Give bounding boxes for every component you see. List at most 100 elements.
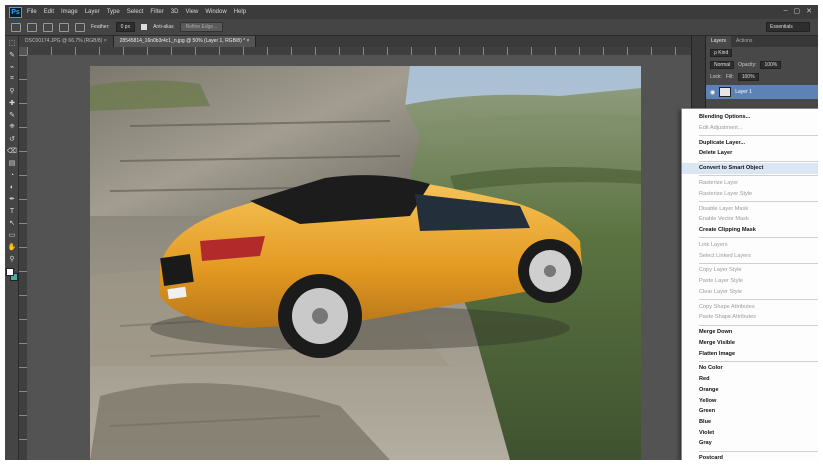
lock-label: Lock:	[710, 74, 722, 80]
history-brush-icon[interactable]: ↺	[6, 134, 18, 144]
menu-item-violet[interactable]: Violet	[682, 428, 818, 439]
menu-separator	[699, 450, 818, 452]
path-select-icon[interactable]: ↖	[6, 218, 18, 228]
tools-panel: ⬚ ✎ ⌁ ⌗ ⚲ ✚ ✎ ⎈ ↺ ⌫ ▤ ◔ ◐ ✒ T ↖ ▭ ✋ ⚲	[5, 36, 19, 460]
menu-item-create-clipping-mask[interactable]: Create Clipping Mask	[682, 225, 818, 236]
menu-item-paste-layer-style: Paste Layer Style	[699, 278, 743, 285]
panel-tabs: Layers Actions	[706, 36, 818, 47]
workspace-select[interactable]: Essentials	[766, 22, 810, 32]
antialias-label: Anti-alias	[153, 24, 174, 30]
type-icon[interactable]: T	[6, 206, 18, 216]
color-swatches	[5, 268, 19, 286]
menu-item-rasterize-layer-style: Rasterize Layer Style	[699, 190, 753, 197]
stamp-icon[interactable]: ⎈	[6, 122, 18, 132]
brush-icon[interactable]: ✎	[6, 110, 18, 120]
gradient-icon[interactable]: ▤	[6, 158, 18, 168]
menu-help[interactable]: Help	[234, 9, 246, 15]
opacity-input[interactable]: 100%	[760, 61, 782, 69]
hand-icon[interactable]: ✋	[6, 242, 18, 252]
blend-row: Normal Opacity: 100%	[706, 59, 818, 71]
blend-mode-select[interactable]: Normal	[710, 61, 735, 69]
menu-separator	[699, 160, 818, 162]
shape-icon[interactable]: ▭	[6, 230, 18, 240]
menu-separator	[699, 360, 818, 362]
eyedropper-icon[interactable]: ⚲	[6, 86, 18, 96]
add-selection-icon[interactable]	[43, 22, 53, 32]
menu-item-yellow[interactable]: Yellow	[682, 396, 818, 407]
feather-input[interactable]: 0 px	[115, 22, 136, 32]
menu-layer[interactable]: Layer	[85, 9, 100, 15]
layer-row[interactable]: ◉ Layer 1	[706, 85, 818, 99]
marquee-icon[interactable]: ⬚	[6, 38, 18, 48]
menu-separator	[699, 237, 818, 239]
menu-item-copy-layer-style: Copy Layer Style	[699, 267, 742, 274]
menu-item-select-linked-layers: Select Linked Layers	[699, 252, 751, 259]
pen-icon[interactable]: ✒	[6, 194, 18, 204]
window-controls: – ▢ ✕	[784, 7, 812, 15]
layer-name: Layer 1	[735, 89, 752, 95]
menu-item-red[interactable]: Red	[682, 374, 818, 385]
menu-item-merge-down[interactable]: Merge Down	[682, 327, 818, 338]
eraser-icon[interactable]: ⌫	[6, 146, 18, 156]
menu-item-blue[interactable]: Blue	[682, 417, 818, 428]
close-icon[interactable]: ✕	[806, 7, 812, 15]
minimize-icon[interactable]: –	[784, 7, 788, 15]
intersect-selection-icon[interactable]	[75, 22, 85, 32]
tab-actions[interactable]: Actions	[731, 36, 757, 47]
menu-item-disable-layer-mask: Disable Layer Mask	[699, 205, 749, 212]
menu-filter[interactable]: Filter	[150, 9, 163, 15]
visibility-eye-icon[interactable]: ◉	[710, 89, 715, 96]
subtract-selection-icon[interactable]	[59, 22, 69, 32]
crop-icon[interactable]: ⌗	[6, 74, 18, 84]
menu-item-paste-shape-attributes: Paste Shape Attributes	[699, 314, 756, 321]
lock-row: Lock: Fill: 100%	[706, 71, 818, 83]
menu-item-gray[interactable]: Gray	[682, 438, 818, 449]
antialias-checkbox[interactable]	[141, 24, 148, 30]
fill-input[interactable]: 100%	[737, 73, 759, 81]
new-selection-icon[interactable]	[27, 22, 37, 32]
menu-item-blending-options[interactable]: Blending Options...	[682, 112, 818, 123]
menu-separator	[699, 299, 818, 301]
menu-select[interactable]: Select	[127, 9, 144, 15]
tab-layers[interactable]: Layers	[706, 36, 732, 47]
refine-edge-button[interactable]: Refine Edge...	[179, 22, 224, 32]
tab-dsc00174[interactable]: DSC00174.JPG @ 66.7% (RGB/8) ×	[19, 36, 114, 47]
menu-file[interactable]: File	[27, 9, 37, 15]
menu-item-flatten-image[interactable]: Flatten Image	[682, 349, 818, 360]
menu-item-no-color[interactable]: No Color	[682, 363, 818, 374]
menu-image[interactable]: Image	[61, 9, 78, 15]
menu-item-orange[interactable]: Orange	[682, 385, 818, 396]
horizontal-ruler[interactable]	[27, 47, 691, 55]
menu-separator	[699, 262, 818, 264]
lasso-tool-preset-icon[interactable]	[11, 22, 21, 32]
menu-item-postcard[interactable]: Postcard	[682, 453, 818, 460]
vertical-ruler[interactable]	[19, 55, 27, 460]
dodge-icon[interactable]: ◐	[6, 182, 18, 192]
feather-label: Feather:	[91, 24, 110, 30]
menu-type[interactable]: Type	[107, 9, 120, 15]
menu-3d[interactable]: 3D	[171, 9, 179, 15]
document-canvas[interactable]	[90, 66, 641, 460]
menu-item-green[interactable]: Green	[682, 406, 818, 417]
kind-filter-select[interactable]: ρ Kind	[710, 49, 733, 57]
menu-item-delete-layer[interactable]: Delete Layer	[682, 148, 818, 159]
menu-item-convert-to-smart-object[interactable]: Convert to Smart Object	[682, 163, 818, 174]
layer-context-menu: Blending Options... Edit Adjustment... Dup…	[681, 108, 818, 460]
quick-select-icon[interactable]: ⌁	[6, 62, 18, 72]
maximize-icon[interactable]: ▢	[794, 7, 801, 15]
menu-window[interactable]: Window	[205, 9, 226, 15]
menu-edit[interactable]: Edit	[44, 9, 54, 15]
menu-item-edit-adjustment: Edit Adjustment...	[699, 124, 743, 131]
blur-icon[interactable]: ◔	[6, 170, 18, 180]
menu-view[interactable]: View	[185, 9, 198, 15]
menu-separator	[699, 175, 818, 177]
menu-item-duplicate-layer[interactable]: Duplicate Layer...	[682, 138, 818, 149]
foreground-color-swatch[interactable]	[6, 268, 14, 276]
tab-active-document[interactable]: 28545814_16n0b3r4c1_n.jpg @ 50% (Layer 1…	[113, 36, 257, 47]
photoshop-logo: Ps	[9, 6, 22, 18]
lasso-icon[interactable]: ✎	[6, 50, 18, 60]
healing-icon[interactable]: ✚	[6, 98, 18, 108]
menu-separator	[699, 324, 818, 326]
zoom-icon[interactable]: ⚲	[6, 254, 18, 264]
menu-item-merge-visible[interactable]: Merge Visible	[682, 338, 818, 349]
